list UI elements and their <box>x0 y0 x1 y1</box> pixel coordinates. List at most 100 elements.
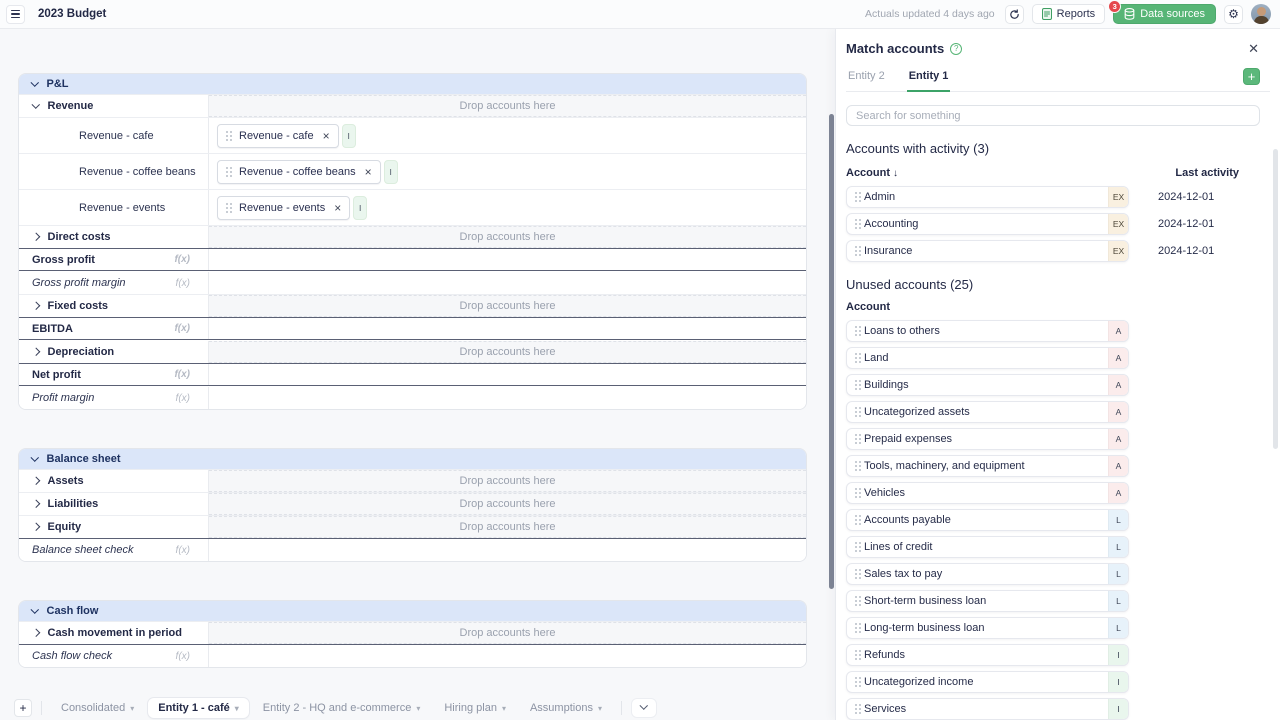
drop-accounts-zone[interactable]: Drop accounts here <box>209 516 806 538</box>
section-header[interactable]: P&L <box>19 74 806 94</box>
row-label-cell[interactable]: Balance sheet checkf(x) <box>19 539 208 561</box>
row-value-cell[interactable]: Drop accounts here <box>208 516 806 538</box>
chevron-right-icon[interactable] <box>32 477 40 485</box>
row-label-cell[interactable]: Revenue - coffee beans <box>19 154 208 189</box>
sheet-tab-consolidated[interactable]: Consolidated▾ <box>51 698 144 718</box>
account-card[interactable]: ServicesI <box>846 698 1129 720</box>
drag-handle-icon[interactable] <box>226 131 228 133</box>
sheet-tab-entity-2-hq-and-e-commerce[interactable]: Entity 2 - HQ and e-commerce▾ <box>253 698 431 718</box>
drop-accounts-zone[interactable]: Drop accounts here <box>209 622 806 644</box>
drag-handle-icon[interactable] <box>855 542 857 544</box>
hamburger-menu-icon[interactable] <box>6 5 25 24</box>
drag-handle-icon[interactable] <box>855 623 857 625</box>
drag-handle-icon[interactable] <box>855 677 857 679</box>
row-label-cell[interactable]: Direct costs <box>19 226 208 248</box>
add-entity-button[interactable]: + <box>1243 68 1260 85</box>
row-label-cell[interactable]: Gross profit marginf(x) <box>19 272 208 294</box>
chevron-right-icon[interactable] <box>32 500 40 508</box>
sheet-tab-hiring-plan[interactable]: Hiring plan▾ <box>434 698 516 718</box>
row-value-cell[interactable]: Revenue - cafe×I <box>208 118 806 153</box>
row-label-cell[interactable]: Assets <box>19 470 208 492</box>
drag-handle-icon[interactable] <box>855 650 857 652</box>
drag-handle-icon[interactable] <box>855 434 857 436</box>
row-value-cell[interactable] <box>208 364 806 385</box>
tabs-chevron-down-icon[interactable] <box>631 698 657 718</box>
account-chip[interactable]: Revenue - events× <box>217 196 350 220</box>
account-card[interactable]: Prepaid expensesA <box>846 428 1129 450</box>
drag-handle-icon[interactable] <box>855 219 857 221</box>
remove-chip-icon[interactable]: × <box>334 202 341 214</box>
drop-accounts-zone[interactable]: Drop accounts here <box>209 295 806 317</box>
help-icon[interactable]: ? <box>950 43 962 55</box>
chevron-right-icon[interactable] <box>32 523 40 531</box>
section-header[interactable]: Cash flow <box>19 601 806 621</box>
section-header[interactable]: Balance sheet <box>19 449 806 469</box>
row-value-cell[interactable]: Drop accounts here <box>208 622 806 644</box>
drag-handle-icon[interactable] <box>855 380 857 382</box>
remove-chip-icon[interactable]: × <box>365 166 372 178</box>
row-value-cell[interactable]: Drop accounts here <box>208 295 806 317</box>
account-card[interactable]: Tools, machinery, and equipmentA <box>846 455 1129 477</box>
refresh-icon[interactable] <box>1005 5 1024 24</box>
drag-handle-icon[interactable] <box>855 407 857 409</box>
drag-handle-icon[interactable] <box>855 515 857 517</box>
gear-icon[interactable]: ⚙ <box>1224 5 1243 24</box>
drag-handle-icon[interactable] <box>855 461 857 463</box>
drag-handle-icon[interactable] <box>855 246 857 248</box>
row-value-cell[interactable] <box>208 272 806 294</box>
row-value-cell[interactable]: Revenue - coffee beans×I <box>208 154 806 189</box>
row-label-cell[interactable]: Equity <box>19 516 208 538</box>
data-sources-button[interactable]: 3 Data sources <box>1113 4 1216 24</box>
drop-accounts-zone[interactable]: Drop accounts here <box>209 341 806 363</box>
chevron-right-icon[interactable] <box>32 348 40 356</box>
sort-descending-icon[interactable]: ↓ <box>893 168 898 179</box>
row-value-cell[interactable]: Revenue - events×I <box>208 190 806 225</box>
drag-handle-icon[interactable] <box>855 192 857 194</box>
account-card[interactable]: Uncategorized incomeI <box>846 671 1129 693</box>
row-label-cell[interactable]: Gross profitf(x) <box>19 249 208 270</box>
account-card[interactable]: LandA <box>846 347 1129 369</box>
row-label-cell[interactable]: EBITDAf(x) <box>19 318 208 339</box>
chevron-right-icon[interactable] <box>32 233 40 241</box>
drag-handle-icon[interactable] <box>855 353 857 355</box>
account-card[interactable]: RefundsI <box>846 644 1129 666</box>
drag-handle-icon[interactable] <box>855 704 857 706</box>
panel-scrollbar[interactable] <box>1273 149 1278 449</box>
sheet-tab-entity-1-caf-[interactable]: Entity 1 - café▾ <box>148 698 249 718</box>
account-card[interactable]: Short-term business loanL <box>846 590 1129 612</box>
chevron-down-icon[interactable] <box>32 101 40 109</box>
row-label-cell[interactable]: Revenue - events <box>19 190 208 225</box>
user-avatar[interactable] <box>1251 4 1271 24</box>
row-value-cell[interactable] <box>208 249 806 270</box>
account-chip[interactable]: Revenue - coffee beans× <box>217 160 381 184</box>
row-value-cell[interactable] <box>208 387 806 409</box>
row-label-cell[interactable]: Depreciation <box>19 341 208 363</box>
row-label-cell[interactable]: Revenue <box>19 95 208 117</box>
row-label-cell[interactable]: Profit marginf(x) <box>19 387 208 409</box>
chevron-right-icon[interactable] <box>32 629 40 637</box>
drag-handle-icon[interactable] <box>855 596 857 598</box>
row-value-cell[interactable] <box>208 645 806 667</box>
entity-tab-entity-2[interactable]: Entity 2 <box>846 70 887 91</box>
search-input[interactable] <box>846 105 1260 126</box>
row-label-cell[interactable]: Cash movement in period <box>19 622 208 644</box>
drop-accounts-zone[interactable]: Drop accounts here <box>209 226 806 248</box>
row-value-cell[interactable]: Drop accounts here <box>208 341 806 363</box>
vertical-scrollbar[interactable] <box>829 114 834 589</box>
add-sheet-button[interactable]: + <box>14 699 32 717</box>
account-column-header[interactable]: Account <box>846 167 890 179</box>
account-card[interactable]: VehiclesA <box>846 482 1129 504</box>
row-value-cell[interactable]: Drop accounts here <box>208 493 806 515</box>
drop-accounts-zone[interactable]: Drop accounts here <box>209 95 806 117</box>
drag-handle-icon[interactable] <box>855 569 857 571</box>
account-card[interactable]: BuildingsA <box>846 374 1129 396</box>
account-card[interactable]: Long-term business loanL <box>846 617 1129 639</box>
drag-handle-icon[interactable] <box>855 326 857 328</box>
row-label-cell[interactable]: Fixed costs <box>19 295 208 317</box>
drag-handle-icon[interactable] <box>226 203 228 205</box>
row-value-cell[interactable] <box>208 318 806 339</box>
reports-button[interactable]: Reports <box>1032 4 1106 24</box>
row-value-cell[interactable]: Drop accounts here <box>208 226 806 248</box>
row-label-cell[interactable]: Liabilities <box>19 493 208 515</box>
account-card[interactable]: Loans to othersA <box>846 320 1129 342</box>
